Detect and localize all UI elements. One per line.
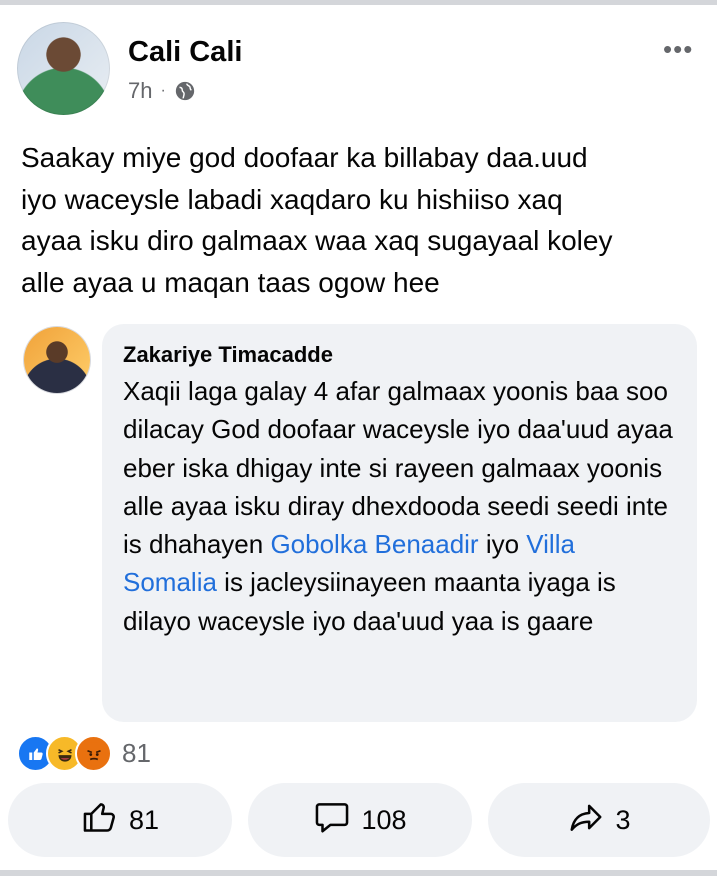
angry-reaction-icon [75,735,112,772]
comment-bubble[interactable]: Zakariye Timacadde Xaqii laga galay 4 af… [102,324,697,722]
comment-body: Xaqii laga galay 4 afar galmaax yoonis b… [123,372,675,640]
thumbs-up-icon [81,798,119,843]
post-body: Saakay miye god doofaar ka billabay daa.… [21,142,613,298]
like-button[interactable]: 81 [8,783,232,857]
post-author-name[interactable]: Cali Cali [128,36,242,69]
post-actions: 81 108 3 [0,783,717,857]
like-count: 81 [128,804,160,835]
bottom-divider [0,870,717,876]
comment-count: 108 [361,804,407,835]
meta-separator: · [160,82,166,99]
author-avatar[interactable] [17,22,110,115]
post-meta: 7h · [128,78,196,104]
top-divider [0,0,717,5]
comment-author-avatar[interactable] [24,327,90,393]
more-options-icon[interactable]: ••• [663,34,693,65]
share-arrow-icon [567,798,605,843]
reactions-summary[interactable]: 81 [17,735,151,772]
reaction-count[interactable]: 81 [122,738,151,769]
link-gobolka-benaadir[interactable]: Gobolka Benaadir [270,529,478,559]
comment-text-part-2: iyo [478,529,527,560]
post-time[interactable]: 7h [128,78,152,104]
comment-button[interactable]: 108 [248,783,472,857]
comment-bubble-icon [313,798,351,843]
share-count: 3 [615,804,631,835]
share-button[interactable]: 3 [488,783,710,857]
comment-author-name[interactable]: Zakariye Timacadde [123,342,675,368]
globe-icon[interactable] [174,80,196,102]
